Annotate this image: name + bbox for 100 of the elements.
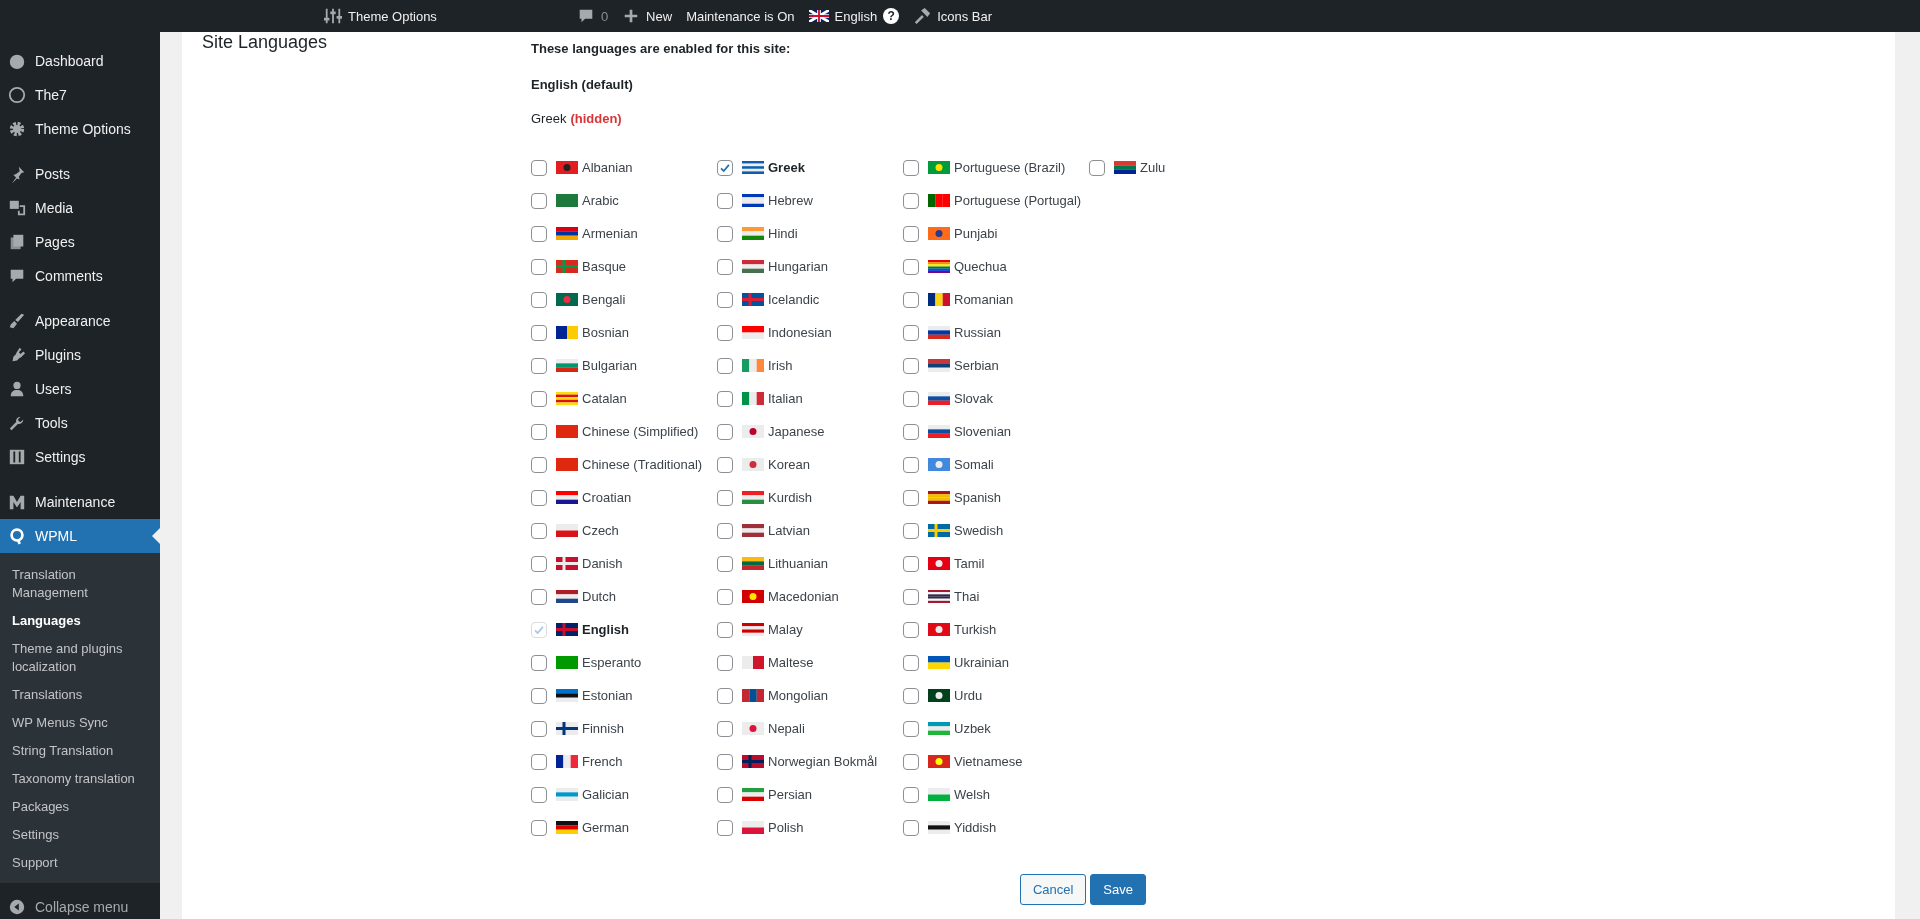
- checkbox[interactable]: [717, 687, 733, 704]
- checkbox[interactable]: [717, 720, 733, 737]
- checkbox[interactable]: [903, 489, 919, 506]
- checkbox[interactable]: [903, 225, 919, 242]
- checkbox[interactable]: [717, 819, 733, 836]
- checkbox[interactable]: [531, 687, 547, 704]
- checkbox[interactable]: [717, 357, 733, 374]
- checkbox[interactable]: [903, 654, 919, 671]
- checkbox[interactable]: [717, 654, 733, 671]
- checkbox[interactable]: [903, 390, 919, 407]
- checkbox[interactable]: [531, 357, 547, 374]
- checkbox[interactable]: [531, 654, 547, 671]
- checkbox[interactable]: [717, 588, 733, 605]
- checkbox[interactable]: [531, 786, 547, 803]
- checkbox[interactable]: [717, 621, 733, 638]
- flag-icon: [556, 293, 578, 306]
- language-label: Slovenian: [954, 424, 1012, 439]
- checkbox[interactable]: [717, 258, 733, 275]
- save-button[interactable]: Save: [1090, 874, 1146, 905]
- checkbox[interactable]: [531, 192, 547, 209]
- checkbox[interactable]: [717, 456, 733, 473]
- checkbox[interactable]: [903, 192, 919, 209]
- submenu-item[interactable]: Theme and plugins localization: [0, 635, 160, 681]
- adminbar-link[interactable]: Maintenance is On: [686, 8, 795, 24]
- checkbox[interactable]: [903, 819, 919, 836]
- sidebar-item[interactable]: Users: [0, 372, 160, 406]
- checkbox[interactable]: [531, 456, 547, 473]
- checkbox[interactable]: [531, 489, 547, 506]
- sidebar-item[interactable]: Plugins: [0, 338, 160, 372]
- checkbox[interactable]: [717, 159, 733, 176]
- sidebar-item[interactable]: Tools: [0, 406, 160, 440]
- checkbox[interactable]: [903, 753, 919, 770]
- collapse-menu-button[interactable]: Collapse menu: [0, 894, 160, 919]
- checkbox[interactable]: [1089, 159, 1105, 176]
- sidebar-item[interactable]: Media: [0, 191, 160, 225]
- adminbar-link[interactable]: New: [646, 8, 673, 24]
- checkbox[interactable]: [903, 291, 919, 308]
- checkbox[interactable]: [717, 489, 733, 506]
- checkbox[interactable]: [903, 423, 919, 440]
- help-badge[interactable]: ?: [883, 8, 900, 24]
- checkbox[interactable]: [903, 456, 919, 473]
- checkbox[interactable]: [531, 423, 547, 440]
- checkbox[interactable]: [717, 786, 733, 803]
- checkbox[interactable]: [717, 291, 733, 308]
- comment-count[interactable]: 0: [600, 8, 609, 24]
- sidebar-item[interactable]: Maintenance: [0, 485, 160, 519]
- checkbox[interactable]: [903, 555, 919, 572]
- sidebar-item[interactable]: Posts: [0, 157, 160, 191]
- checkbox[interactable]: [531, 390, 547, 407]
- sidebar-item[interactable]: Pages: [0, 225, 160, 259]
- flag-icon: [556, 590, 578, 603]
- sidebar-item[interactable]: Dashboard: [0, 44, 160, 78]
- sidebar-item[interactable]: WPML: [0, 519, 160, 553]
- checkbox[interactable]: [531, 225, 547, 242]
- checkbox[interactable]: [531, 291, 547, 308]
- checkbox[interactable]: [717, 753, 733, 770]
- checkbox[interactable]: [903, 588, 919, 605]
- submenu-item[interactable]: Packages: [0, 793, 160, 821]
- checkbox[interactable]: [903, 786, 919, 803]
- checkbox[interactable]: [903, 687, 919, 704]
- cancel-button[interactable]: Cancel: [1019, 874, 1087, 905]
- sidebar-item[interactable]: Theme Options: [0, 112, 160, 146]
- checkbox[interactable]: [903, 258, 919, 275]
- sidebar-item[interactable]: Appearance: [0, 304, 160, 338]
- checkbox[interactable]: [717, 192, 733, 209]
- submenu-item[interactable]: Support: [0, 849, 160, 877]
- adminbar-link[interactable]: Icons Bar: [937, 8, 993, 24]
- checkbox[interactable]: [531, 522, 547, 539]
- submenu-item[interactable]: Translations: [0, 681, 160, 709]
- checkbox[interactable]: [531, 819, 547, 836]
- checkbox[interactable]: [531, 720, 547, 737]
- checkbox[interactable]: [531, 555, 547, 572]
- submenu-item[interactable]: Taxonomy translation: [0, 765, 160, 793]
- checkbox[interactable]: [903, 324, 919, 341]
- sidebar-item[interactable]: Settings: [0, 440, 160, 474]
- submenu-item[interactable]: WP Menus Sync: [0, 709, 160, 737]
- checkbox[interactable]: [903, 522, 919, 539]
- checkbox[interactable]: [903, 357, 919, 374]
- checkbox[interactable]: [531, 159, 547, 176]
- checkbox[interactable]: [717, 225, 733, 242]
- submenu-item[interactable]: String Translation: [0, 737, 160, 765]
- checkbox[interactable]: [717, 390, 733, 407]
- adminbar-link[interactable]: Theme Options: [348, 8, 437, 24]
- submenu-item[interactable]: Languages: [0, 607, 160, 635]
- checkbox[interactable]: [717, 423, 733, 440]
- checkbox[interactable]: [903, 621, 919, 638]
- submenu-item[interactable]: Settings: [0, 821, 160, 849]
- checkbox[interactable]: [531, 324, 547, 341]
- adminbar-link[interactable]: English: [834, 8, 878, 24]
- checkbox[interactable]: [717, 324, 733, 341]
- submenu-item[interactable]: Translation Management: [0, 561, 160, 607]
- checkbox[interactable]: [903, 720, 919, 737]
- checkbox[interactable]: [531, 588, 547, 605]
- checkbox[interactable]: [903, 159, 919, 176]
- checkbox[interactable]: [531, 258, 547, 275]
- sidebar-item[interactable]: The7: [0, 78, 160, 112]
- sidebar-item[interactable]: Comments: [0, 259, 160, 293]
- checkbox[interactable]: [531, 753, 547, 770]
- checkbox[interactable]: [717, 555, 733, 572]
- checkbox[interactable]: [717, 522, 733, 539]
